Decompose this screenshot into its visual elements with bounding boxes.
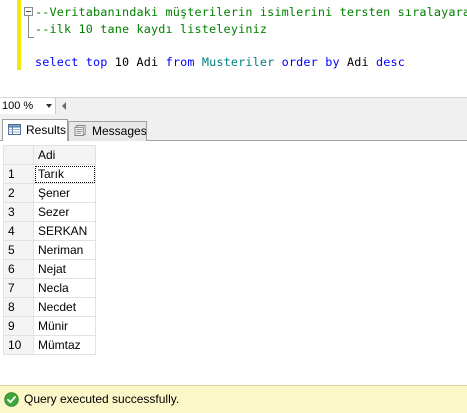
collapse-region-icon[interactable]	[24, 7, 33, 16]
horizontal-scrollbar[interactable]	[72, 98, 467, 114]
row-number-cell[interactable]: 7	[3, 278, 34, 298]
adi-value-cell[interactable]: Necdet	[33, 297, 96, 317]
code-token: by	[325, 55, 340, 69]
fold-guide-line	[28, 16, 29, 38]
row-number-cell[interactable]: 1	[3, 164, 34, 184]
results-pane: Adi 1 Tarık 2 Şener 3 Sezer 4 SERKAN 5 Neriman 6 Ne…	[0, 141, 467, 385]
adi-value-cell[interactable]: Nejat	[33, 259, 96, 279]
code-token: select	[35, 55, 79, 69]
row-number-cell[interactable]: 5	[3, 240, 34, 260]
code-token: Musteriler	[201, 55, 275, 69]
success-check-icon	[4, 392, 19, 407]
code-token: from	[165, 55, 195, 69]
adi-value-cell[interactable]: SERKAN	[33, 221, 96, 241]
code-line-comment-2[interactable]: --ilk 10 tane kaydı listeleyiniz	[35, 22, 267, 36]
table-row[interactable]: 7 Necla	[3, 278, 96, 298]
code-token: top	[85, 55, 108, 69]
zoom-dropdown[interactable]: 100 %	[0, 98, 56, 114]
code-token: order	[281, 55, 318, 69]
status-message: Query executed successfully.	[24, 392, 180, 406]
query-editor[interactable]: --Veritabanındaki müşterilerin isimlerin…	[0, 0, 467, 97]
code-token: --ilk 10 tane kaydı listeleyiniz	[35, 22, 268, 36]
code-token: --Veritabanındaki müşterilerin isimlerin…	[35, 5, 467, 19]
adi-value-cell[interactable]: Mümtaz	[33, 335, 96, 355]
row-number-cell[interactable]: 3	[3, 202, 34, 222]
adi-value-cell[interactable]: Münir	[33, 316, 96, 336]
adi-value-cell[interactable]: Tarık	[33, 164, 96, 184]
tab-results-label: Results	[26, 123, 67, 137]
code-token: desc	[375, 55, 405, 69]
zoom-value: 100 %	[2, 100, 34, 112]
tab-messages-label: Messages	[92, 124, 147, 138]
grid-icon	[8, 124, 21, 135]
adi-value-cell[interactable]: Şener	[33, 183, 96, 203]
row-number-cell[interactable]: 6	[3, 259, 34, 279]
adi-value-cell[interactable]: Sezer	[33, 202, 96, 222]
table-row[interactable]: 8 Necdet	[3, 297, 96, 317]
code-line-comment-1[interactable]: --Veritabanındaki müşterilerin isimlerin…	[35, 5, 467, 19]
zoom-bar: 100 %	[0, 97, 467, 114]
row-number-cell[interactable]: 10	[3, 335, 34, 355]
row-number-cell[interactable]: 2	[3, 183, 34, 203]
table-row[interactable]: 6 Nejat	[3, 259, 96, 279]
code-token: 10 Adi	[107, 55, 166, 69]
status-bar: Query executed successfully.	[0, 385, 467, 413]
table-row[interactable]: 9 Münir	[3, 316, 96, 336]
code-line-select-statement[interactable]: select top 10 Adi from Musteriler order …	[35, 55, 405, 69]
row-number-cell[interactable]: 9	[3, 316, 34, 336]
results-grid[interactable]: Adi 1 Tarık 2 Şener 3 Sezer 4 SERKAN 5 Neriman 6 Ne…	[3, 145, 96, 355]
column-header-adi[interactable]: Adi	[33, 145, 96, 165]
chevron-down-icon[interactable]	[46, 104, 52, 108]
code-token: Adi	[339, 55, 376, 69]
messages-icon	[74, 125, 86, 136]
change-indicator-bar	[17, 0, 21, 70]
results-tabstrip: Results Messages	[0, 114, 467, 142]
adi-value-cell[interactable]: Necla	[33, 278, 96, 298]
scroll-left-arrow-icon[interactable]	[62, 102, 66, 110]
table-row[interactable]: 1 Tarık	[3, 164, 96, 184]
table-row[interactable]: 4 SERKAN	[3, 221, 96, 241]
adi-value-cell[interactable]: Neriman	[33, 240, 96, 260]
tab-results[interactable]: Results	[2, 119, 68, 142]
table-row[interactable]: 2 Şener	[3, 183, 96, 203]
table-row[interactable]: 3 Sezer	[3, 202, 96, 222]
fold-guide-end	[28, 37, 34, 38]
tab-messages[interactable]: Messages	[68, 121, 147, 141]
row-number-cell[interactable]: 8	[3, 297, 34, 317]
table-row[interactable]: 10 Mümtaz	[3, 335, 96, 355]
grid-corner-cell[interactable]	[3, 145, 34, 165]
row-number-cell[interactable]: 4	[3, 221, 34, 241]
table-row[interactable]: 5 Neriman	[3, 240, 96, 260]
